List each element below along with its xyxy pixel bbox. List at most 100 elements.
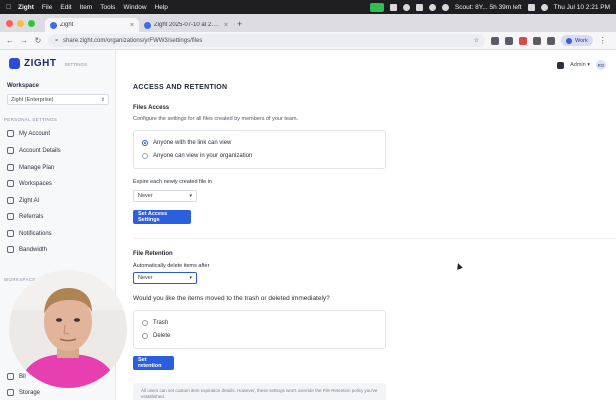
status-icon[interactable]: [428, 3, 436, 11]
sidebar-item-storage[interactable]: Storage: [7, 389, 40, 396]
radio-icon[interactable]: [142, 320, 148, 326]
tab-zight-capture[interactable]: Zight 2025-07-10 at 2.16.01 ×: [139, 18, 233, 32]
option-delete[interactable]: Delete: [142, 333, 170, 339]
zight-logo-icon: [9, 58, 20, 69]
wifi-icon[interactable]: [527, 3, 535, 11]
status-icon[interactable]: [389, 3, 397, 11]
sidepanel-icon[interactable]: [547, 36, 555, 45]
close-tab-icon[interactable]: ×: [224, 22, 228, 29]
radio-icon[interactable]: [142, 153, 148, 159]
menu-app[interactable]: Zight: [18, 4, 34, 11]
option-org-view[interactable]: Anyone can view in your organization: [142, 153, 252, 159]
camera-icon[interactable]: [369, 2, 384, 12]
auto-delete-select[interactable]: Never ▾: [133, 272, 197, 284]
auto-delete-value: Never: [138, 275, 153, 281]
option-trash[interactable]: Trash: [142, 320, 168, 326]
sidebar-item-label: Storage: [19, 389, 41, 396]
sidebar-item-label: Manage Plan: [19, 164, 55, 171]
menubar-status-area: Scout: 8Y... 5h 39m left Thu Jul 10 2:21…: [369, 2, 610, 12]
user-icon: [7, 130, 14, 137]
sidebar-item-zight-ai[interactable]: Zight AI: [7, 197, 39, 204]
workspace-select[interactable]: Zight (Enterprise) ⇕: [7, 94, 109, 105]
sidebar-item-account-details[interactable]: Account Details: [7, 147, 61, 154]
set-retention-button[interactable]: Set retention: [133, 356, 174, 370]
set-access-settings-button[interactable]: Set Access Settings: [133, 210, 191, 224]
avatar[interactable]: RG: [596, 60, 606, 70]
sidebar-item-workspaces[interactable]: Workspaces: [7, 180, 52, 187]
sidebar-item-referrals[interactable]: Referrals: [7, 213, 43, 220]
sidebar-item-label: Bandwidth: [19, 246, 48, 253]
tab-zight[interactable]: Zight ×: [45, 18, 139, 32]
menu-file[interactable]: File: [42, 4, 52, 11]
reload-icon[interactable]: ↻: [34, 36, 42, 45]
forward-icon[interactable]: →: [20, 36, 28, 45]
site-info-icon[interactable]: ⚬: [54, 37, 59, 44]
close-tab-icon[interactable]: ×: [130, 22, 134, 29]
sidebar-item-label: Notifications: [19, 230, 52, 237]
radio-icon[interactable]: [142, 333, 148, 339]
expire-value: Never: [138, 193, 153, 199]
expire-label: Expire each newly created file in: [133, 179, 212, 185]
option-label: Anyone with the link can view: [153, 140, 232, 146]
radio-selected-icon[interactable]: [142, 140, 148, 146]
menubar-clock[interactable]: Thu Jul 10 2:21 PM: [554, 4, 610, 11]
webcam-presenter-image: [9, 270, 127, 388]
status-icon[interactable]: [415, 3, 423, 11]
sidebar-item-my-account[interactable]: My Account: [7, 130, 50, 137]
notification-icon[interactable]: [557, 61, 565, 69]
close-window-button[interactable]: [6, 19, 13, 27]
battery-status[interactable]: Scout: 8Y... 5h 39m left: [455, 4, 522, 11]
bookmark-star-icon[interactable]: ☆: [474, 37, 479, 44]
profile-label: Work: [575, 37, 588, 44]
webcam-bubble[interactable]: [9, 270, 127, 388]
address-bar[interactable]: ⚬ share.zight.com/organizations/yrFWW3/s…: [48, 34, 485, 47]
sidebar-item-label: Account Details: [19, 147, 61, 154]
retention-options-card: Trash Delete: [133, 310, 386, 349]
sidebar-item-billing[interactable]: Bil: [7, 373, 26, 380]
extension-icon[interactable]: [491, 36, 499, 45]
apple-icon[interactable]: : [6, 4, 18, 11]
extension-icon[interactable]: [505, 36, 513, 45]
minimize-window-button[interactable]: [17, 19, 24, 27]
expire-select[interactable]: Never ▾: [133, 190, 197, 202]
option-label: Delete: [153, 333, 171, 339]
files-access-description: Configure the settings for all files cre…: [133, 116, 299, 122]
url-text: share.zight.com/organizations/yrFWW3/set…: [63, 37, 203, 44]
page-title: ACCESS AND RETENTION: [133, 84, 228, 91]
logo-subtitle: SETTINGS: [64, 62, 88, 67]
profile-chip[interactable]: Work: [561, 35, 593, 46]
zight-favicon-icon: [144, 21, 151, 29]
menu-item[interactable]: Item: [80, 4, 93, 11]
extension-puzzle-icon[interactable]: [533, 36, 541, 45]
menu-window[interactable]: Window: [123, 4, 146, 11]
play-icon[interactable]: [441, 3, 449, 11]
tab-label: Zight 2025-07-10 at 2.16.01: [154, 22, 221, 28]
sidebar-item-notifications[interactable]: Notifications: [7, 230, 52, 237]
new-tab-button[interactable]: +: [237, 18, 242, 32]
role-label: Admin: [570, 62, 586, 68]
chevron-down-icon: ▾: [189, 275, 192, 281]
logo-text: ZIGHT: [24, 58, 57, 69]
card-icon: [7, 164, 14, 171]
status-icon[interactable]: [402, 3, 410, 11]
extension-icon[interactable]: [519, 36, 527, 45]
option-label: Anyone can view in your organization: [153, 153, 253, 159]
menu-tools[interactable]: Tools: [100, 4, 115, 11]
sidebar-item-manage-plan[interactable]: Manage Plan: [7, 164, 54, 171]
zoom-window-button[interactable]: [28, 19, 35, 27]
more-menu-icon[interactable]: ⋮: [599, 36, 607, 45]
browser-toolbar: ← → ↻ ⚬ share.zight.com/organizations/yr…: [0, 32, 616, 50]
menu-edit[interactable]: Edit: [60, 4, 71, 11]
sidebar-item-label: Bil: [19, 373, 26, 380]
search-icon[interactable]: [540, 3, 548, 11]
back-icon[interactable]: ←: [6, 36, 14, 45]
role-dropdown[interactable]: Admin ▾: [570, 62, 590, 68]
sidebar-item-bandwidth[interactable]: Bandwidth: [7, 246, 47, 253]
settings-main: Admin ▾ RG ACCESS AND RETENTION Files Ac…: [117, 50, 616, 400]
sidebar-item-label: Zight AI: [19, 197, 40, 204]
option-link-view[interactable]: Anyone with the link can view: [142, 140, 231, 146]
zight-logo[interactable]: ZIGHT SETTINGS: [9, 58, 87, 69]
menu-help[interactable]: Help: [155, 4, 168, 11]
sparkle-icon: [7, 197, 14, 204]
personal-settings-header: PERSONAL SETTINGS: [4, 117, 58, 122]
